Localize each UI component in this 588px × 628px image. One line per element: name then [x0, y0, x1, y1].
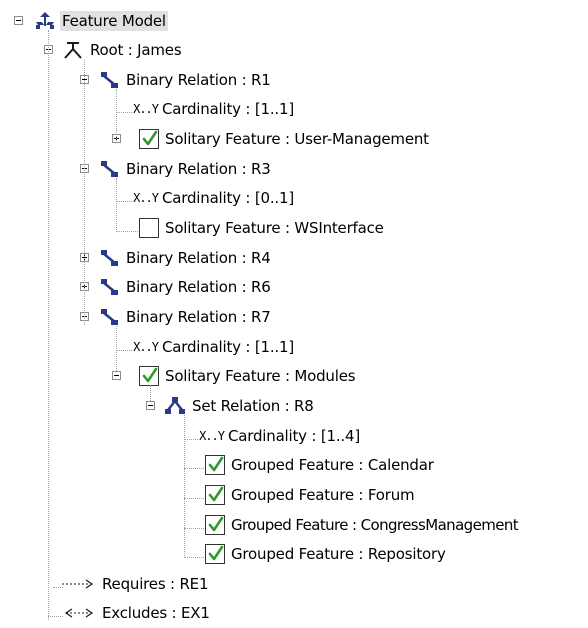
- node-label: Solitary Feature : Modules: [165, 367, 356, 385]
- binary-relation-icon: [98, 276, 120, 298]
- node-label: Requires : RE1: [102, 575, 209, 593]
- cardinality-icon: X..Y: [133, 191, 159, 205]
- tree-connector-line: [184, 498, 204, 499]
- binary-relation-icon: [98, 69, 120, 91]
- tree-node-set-relation-r8[interactable]: Set Relation : R8: [146, 394, 316, 418]
- tree-node-cardinality-r7[interactable]: X..Y Cardinality : [1..1]: [130, 335, 296, 359]
- node-label: Solitary Feature : User-Management: [165, 130, 429, 148]
- node-label: Cardinality : [1..4]: [228, 427, 360, 445]
- tree-node-binary-relation-r7[interactable]: Binary Relation : R7: [80, 305, 273, 329]
- node-label: Binary Relation : R4: [126, 249, 271, 267]
- tree-node-forum[interactable]: Grouped Feature : Forum: [205, 483, 416, 507]
- checkbox-checked-icon[interactable]: [205, 485, 225, 505]
- node-label: Cardinality : [1..1]: [162, 338, 294, 356]
- tree-connector-line: [116, 231, 138, 232]
- checkbox-checked-icon[interactable]: [205, 515, 225, 535]
- collapse-toggle[interactable]: [146, 401, 155, 410]
- node-label: Binary Relation : R6: [126, 278, 271, 296]
- node-label: Cardinality : [0..1]: [162, 189, 294, 207]
- binary-relation-icon: [98, 247, 120, 269]
- tree-node-feature-model[interactable]: Feature Model: [14, 9, 168, 33]
- node-label: Excludes : EX1: [102, 604, 210, 622]
- feature-model-icon: [34, 10, 56, 32]
- requires-arrow-icon: [62, 573, 96, 595]
- tree-node-repository[interactable]: Grouped Feature : Repository: [205, 542, 448, 566]
- tree-connector-line: [184, 557, 204, 558]
- node-label: Grouped Feature : Repository: [231, 545, 446, 563]
- collapse-toggle[interactable]: [112, 371, 121, 380]
- tree-node-binary-relation-r3[interactable]: Binary Relation : R3: [80, 157, 273, 181]
- tree-connector-line: [53, 587, 63, 588]
- cardinality-icon: X..Y: [133, 102, 159, 116]
- tree-connector-line: [184, 439, 200, 440]
- tree-connector-line: [48, 616, 63, 617]
- tree-node-wsinterface[interactable]: Solitary Feature : WSInterface: [139, 216, 386, 240]
- node-label: Feature Model: [60, 11, 168, 31]
- checkbox-checked-icon[interactable]: [139, 366, 159, 386]
- tree-node-congress-management[interactable]: Grouped Feature : CongressManagement: [205, 513, 520, 537]
- tree-node-cardinality-r8[interactable]: X..Y Cardinality : [1..4]: [196, 424, 362, 448]
- tree-node-cardinality-r1[interactable]: X..Y Cardinality : [1..1]: [130, 97, 296, 121]
- tree-connector-line: [116, 178, 117, 232]
- tree-connector-line: [116, 350, 134, 351]
- collapse-toggle[interactable]: [14, 16, 23, 25]
- cardinality-icon: X..Y: [199, 429, 225, 443]
- node-label: Binary Relation : R3: [126, 160, 271, 178]
- checkbox-checked-icon[interactable]: [205, 544, 225, 564]
- tree-connector-line: [116, 112, 134, 113]
- root-icon: [62, 39, 84, 61]
- tree-node-binary-relation-r1[interactable]: Binary Relation : R1: [80, 68, 273, 92]
- tree-connector-line: [184, 528, 204, 529]
- checkbox-checked-icon[interactable]: [139, 129, 159, 149]
- node-label: Binary Relation : R7: [126, 308, 271, 326]
- tree-connector-line: [116, 201, 134, 202]
- tree-node-binary-relation-r6[interactable]: Binary Relation : R6: [80, 275, 273, 299]
- tree-connector-line: [84, 60, 85, 325]
- tree-node-cardinality-r3[interactable]: X..Y Cardinality : [0..1]: [130, 186, 296, 210]
- node-label: Root : James: [90, 41, 182, 59]
- tree-node-user-management[interactable]: Solitary Feature : User-Management: [112, 127, 431, 151]
- node-label: Grouped Feature : CongressManagement: [231, 516, 519, 534]
- tree-connector-line: [116, 89, 117, 143]
- node-label: Grouped Feature : Calendar: [231, 456, 434, 474]
- tree-connector-line: [184, 468, 204, 469]
- node-label: Binary Relation : R1: [126, 71, 271, 89]
- feature-model-tree: Feature Model Root : James Binary Relati…: [0, 0, 588, 624]
- cardinality-icon: X..Y: [133, 340, 159, 354]
- tree-node-requires[interactable]: Requires : RE1: [62, 572, 210, 596]
- binary-relation-icon: [98, 306, 120, 328]
- node-label: Solitary Feature : WSInterface: [165, 219, 384, 237]
- tree-connector-line: [150, 385, 151, 401]
- node-label: Cardinality : [1..1]: [162, 100, 294, 118]
- tree-connector-line: [48, 30, 49, 620]
- set-relation-icon: [164, 395, 186, 417]
- checkbox-checked-icon[interactable]: [205, 455, 225, 475]
- tree-connector-line: [184, 415, 185, 558]
- checkbox-unchecked-icon[interactable]: [139, 218, 159, 238]
- tree-node-excludes[interactable]: Excludes : EX1: [62, 601, 212, 625]
- tree-node-binary-relation-r4[interactable]: Binary Relation : R4: [80, 246, 273, 270]
- binary-relation-icon: [98, 158, 120, 180]
- excludes-arrow-icon: [62, 602, 96, 624]
- tree-node-calendar[interactable]: Grouped Feature : Calendar: [205, 453, 436, 477]
- tree-connector-line: [116, 326, 117, 371]
- tree-node-modules[interactable]: Solitary Feature : Modules: [112, 364, 357, 388]
- node-label: Set Relation : R8: [192, 397, 314, 415]
- node-label: Grouped Feature : Forum: [231, 486, 415, 504]
- tree-node-root[interactable]: Root : James: [44, 38, 183, 62]
